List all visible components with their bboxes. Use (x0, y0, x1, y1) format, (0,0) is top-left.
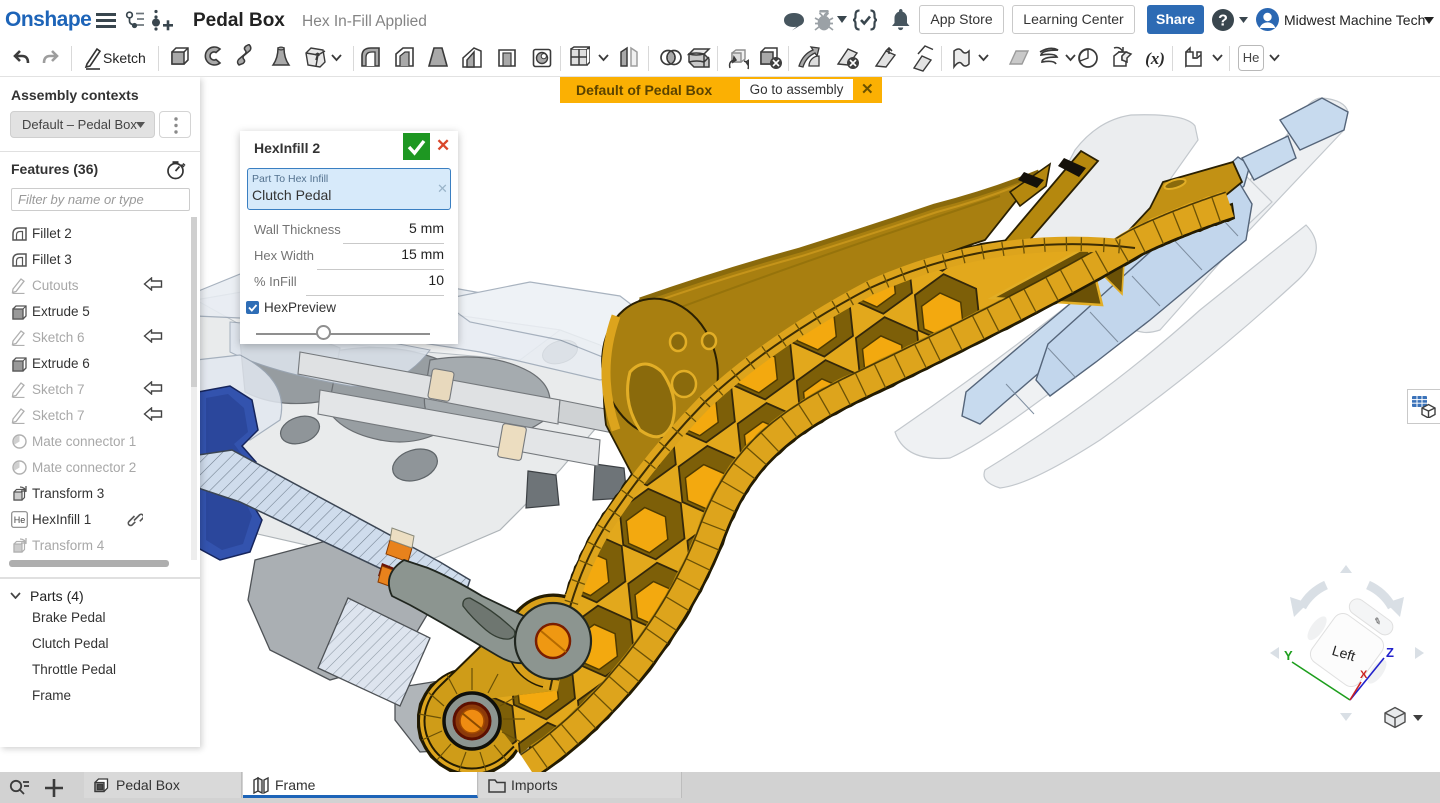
svg-text:X: X (1360, 669, 1368, 681)
svg-text:(x): (x) (1145, 49, 1165, 68)
svg-text:Y: Y (1284, 648, 1293, 663)
svg-text:Z: Z (1386, 645, 1394, 660)
svg-text:He: He (14, 515, 26, 525)
svg-text:?: ? (1218, 13, 1228, 30)
